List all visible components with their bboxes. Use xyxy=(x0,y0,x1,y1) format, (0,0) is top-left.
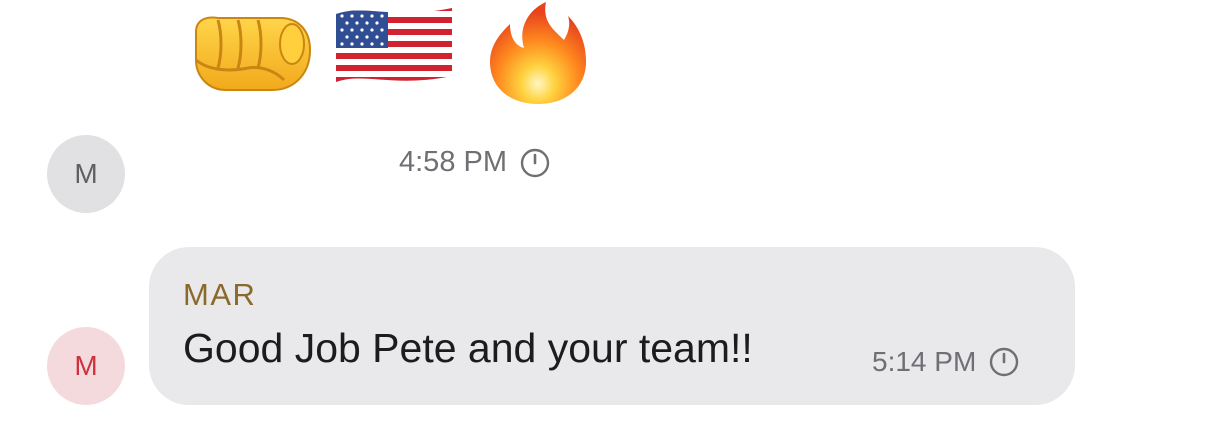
clock-icon xyxy=(989,347,1019,377)
timestamp-text: 5:14 PM xyxy=(872,346,977,377)
avatar-initial: M xyxy=(74,158,98,189)
avatar[interactable]: M xyxy=(47,135,125,213)
message-timestamp: 4:58 PM xyxy=(399,146,550,179)
us-flag-icon xyxy=(334,4,454,86)
fire-icon xyxy=(484,0,592,108)
timestamp-text: 4:58 PM xyxy=(399,146,507,178)
clock-icon xyxy=(520,148,550,178)
chat-thread: M 4:58 PM M MAR Good Job Pete and your t… xyxy=(0,0,1210,423)
message-text: Good Job Pete and your team!! xyxy=(183,325,753,371)
oncoming-fist-icon xyxy=(188,10,314,96)
avatar-initial: M xyxy=(74,350,98,381)
message-timestamp: 5:14 PM xyxy=(872,346,1019,378)
sender-name: MAR xyxy=(183,277,257,312)
message-bubble[interactable]: MAR Good Job Pete and your team!! xyxy=(149,247,1075,405)
avatar[interactable]: M xyxy=(47,327,125,405)
